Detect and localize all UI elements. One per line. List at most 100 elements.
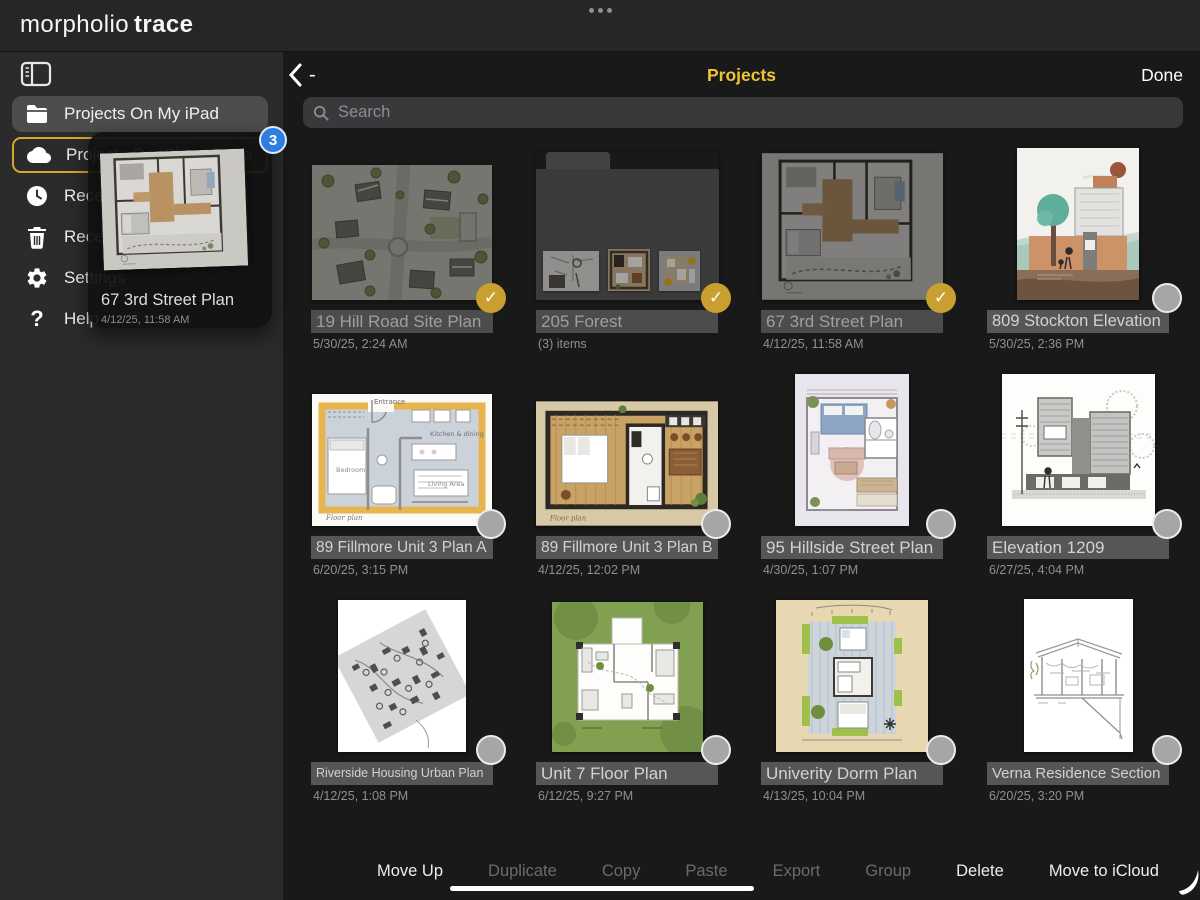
project-card-19-hill-road[interactable]: ✓ 19 Hill Road Site Plan 5/30/25, 2:24 A… <box>311 150 493 351</box>
project-thumbnail <box>795 374 909 526</box>
project-thumbnail <box>1002 374 1155 526</box>
page-curl-button[interactable] <box>1176 860 1200 900</box>
project-title: Unit 7 Floor Plan <box>536 762 718 785</box>
brand-light: morpholio <box>20 11 129 38</box>
selection-circle[interactable] <box>701 509 731 539</box>
project-thumbnail <box>338 600 466 752</box>
selection-circle[interactable] <box>1152 509 1182 539</box>
svg-text:Bedroom: Bedroom <box>336 466 365 474</box>
export-button[interactable]: Export <box>773 862 821 881</box>
svg-text:Floor plan: Floor plan <box>549 515 586 523</box>
bottom-toolbar: Move Up Duplicate Copy Paste Export Grou… <box>283 862 1200 881</box>
project-meta: 4/13/25, 10:04 PM <box>761 789 943 803</box>
search-input[interactable] <box>336 102 1173 123</box>
checkmark-icon: ✓ <box>709 288 723 308</box>
selection-checkmark[interactable]: ✓ <box>926 283 956 313</box>
selection-circle[interactable] <box>476 735 506 765</box>
back-button[interactable]: - <box>288 62 330 88</box>
group-button[interactable]: Group <box>865 862 911 881</box>
project-title: Riverside Housing Urban Plan <box>311 762 493 785</box>
copy-button[interactable]: Copy <box>602 862 641 881</box>
project-card-95-hillside[interactable]: 95 Hillside Street Plan 4/30/25, 1:07 PM <box>761 376 943 577</box>
selection-circle[interactable] <box>701 735 731 765</box>
project-meta: 6/12/25, 9:27 PM <box>536 789 718 803</box>
paste-button[interactable]: Paste <box>685 862 727 881</box>
folder-item-thumbnail <box>543 251 599 291</box>
project-card-fillmore-plan-a[interactable]: Entrance Bedroom Kitchen & dining Living… <box>311 376 493 577</box>
back-button-label: - <box>309 62 316 88</box>
drag-thumbnail-art <box>98 148 250 270</box>
move-to-icloud-button[interactable]: Move to iCloud <box>1049 862 1159 881</box>
sidebar-toggle-button[interactable] <box>20 61 52 87</box>
project-meta: 5/30/25, 2:24 AM <box>311 337 493 351</box>
page-curl-icon <box>1176 860 1200 896</box>
folder-body <box>536 169 719 300</box>
cloud-icon <box>27 143 51 167</box>
project-meta: (3) items <box>536 337 718 351</box>
home-indicator[interactable] <box>450 886 754 891</box>
project-card-unit-7[interactable]: Unit 7 Floor Plan 6/12/25, 9:27 PM <box>536 602 718 803</box>
checkmark-icon: ✓ <box>934 288 948 308</box>
delete-button[interactable]: Delete <box>956 862 1004 881</box>
project-title: Univerity Dorm Plan <box>761 762 943 785</box>
page-title: Projects <box>283 65 1200 86</box>
chevron-left-icon <box>288 62 303 88</box>
selection-circle[interactable] <box>1152 283 1182 313</box>
drag-item-date: 4/12/25, 11:58 AM <box>101 314 189 326</box>
project-title: 205 Forest <box>536 310 718 333</box>
sidebar-item-projects-ipad[interactable]: Projects On My iPad <box>12 96 268 132</box>
project-card-verna-residence[interactable]: Verna Residence Section 6/20/25, 3:20 PM <box>987 602 1169 803</box>
drag-count-badge: 3 <box>259 126 287 154</box>
project-title: Verna Residence Section <box>987 762 1169 785</box>
project-title: 67 3rd Street Plan <box>761 310 943 333</box>
sidebar-toggle-icon <box>20 61 52 87</box>
top-bar: morpholiotrace <box>0 0 1200 52</box>
selection-checkmark[interactable]: ✓ <box>476 283 506 313</box>
selection-circle[interactable] <box>1152 735 1182 765</box>
move-up-button[interactable]: Move Up <box>377 862 443 881</box>
project-thumbnail: Entrance Bedroom Kitchen & dining Living… <box>312 394 492 526</box>
gear-icon <box>25 266 49 290</box>
project-meta: 4/30/25, 1:07 PM <box>761 563 943 577</box>
search-bar <box>303 97 1183 128</box>
svg-text:Living Area: Living Area <box>428 480 464 488</box>
project-meta: 4/12/25, 12:02 PM <box>536 563 718 577</box>
drag-thumbnail[interactable] <box>98 148 250 270</box>
selection-circle[interactable] <box>476 509 506 539</box>
project-thumbnail <box>776 600 928 752</box>
folder-item-thumbnail <box>659 251 700 291</box>
checkmark-icon: ✓ <box>484 288 498 308</box>
drag-item-title: 67 3rd Street Plan <box>101 291 266 310</box>
search-icon <box>313 105 329 121</box>
folder-thumbnail <box>536 152 718 300</box>
folder-tab <box>546 152 610 170</box>
project-thumbnail <box>552 602 703 752</box>
app-logo: morpholiotrace <box>20 11 193 39</box>
project-card-fillmore-plan-b[interactable]: Floor plan 89 Fillmore Unit 3 Plan B 4/1… <box>536 376 718 577</box>
project-thumbnail <box>762 153 943 300</box>
project-card-univerity-dorm[interactable]: Univerity Dorm Plan 4/13/25, 10:04 PM <box>761 602 943 803</box>
folder-icon <box>25 102 49 126</box>
project-title: 19 Hill Road Site Plan <box>311 310 493 333</box>
sidebar-item-label: Projects On My iPad <box>64 104 219 124</box>
done-button[interactable]: Done <box>1141 65 1183 86</box>
project-meta: 6/27/25, 4:04 PM <box>987 563 1169 577</box>
project-thumbnail <box>1024 599 1133 752</box>
project-card-riverside-housing[interactable]: Riverside Housing Urban Plan 4/12/25, 1:… <box>311 602 493 803</box>
multitasking-indicator[interactable] <box>0 8 1200 13</box>
project-card-elevation-1209[interactable]: Elevation 1209 6/27/25, 4:04 PM <box>987 376 1169 577</box>
selection-circle[interactable] <box>926 509 956 539</box>
project-thumbnail: Floor plan <box>536 401 718 526</box>
project-meta: 5/30/25, 2:36 PM <box>987 337 1169 351</box>
project-folder-205-forest[interactable]: ✓ 205 Forest (3) items <box>536 150 718 351</box>
project-thumbnail <box>1017 148 1139 300</box>
duplicate-button[interactable]: Duplicate <box>488 862 557 881</box>
app-screen: morpholiotrace Projects On My iPad <box>0 0 1200 900</box>
selection-circle[interactable] <box>926 735 956 765</box>
project-card-809-stockton[interactable]: 809 Stockton Elevation 5/30/25, 2:36 PM <box>987 150 1169 351</box>
svg-text:Entrance: Entrance <box>374 398 405 406</box>
selection-checkmark[interactable]: ✓ <box>701 283 731 313</box>
project-thumbnail <box>312 165 492 300</box>
clock-icon <box>25 184 49 208</box>
project-card-67-3rd-street[interactable]: ✓ 67 3rd Street Plan 4/12/25, 11:58 AM <box>761 150 943 351</box>
